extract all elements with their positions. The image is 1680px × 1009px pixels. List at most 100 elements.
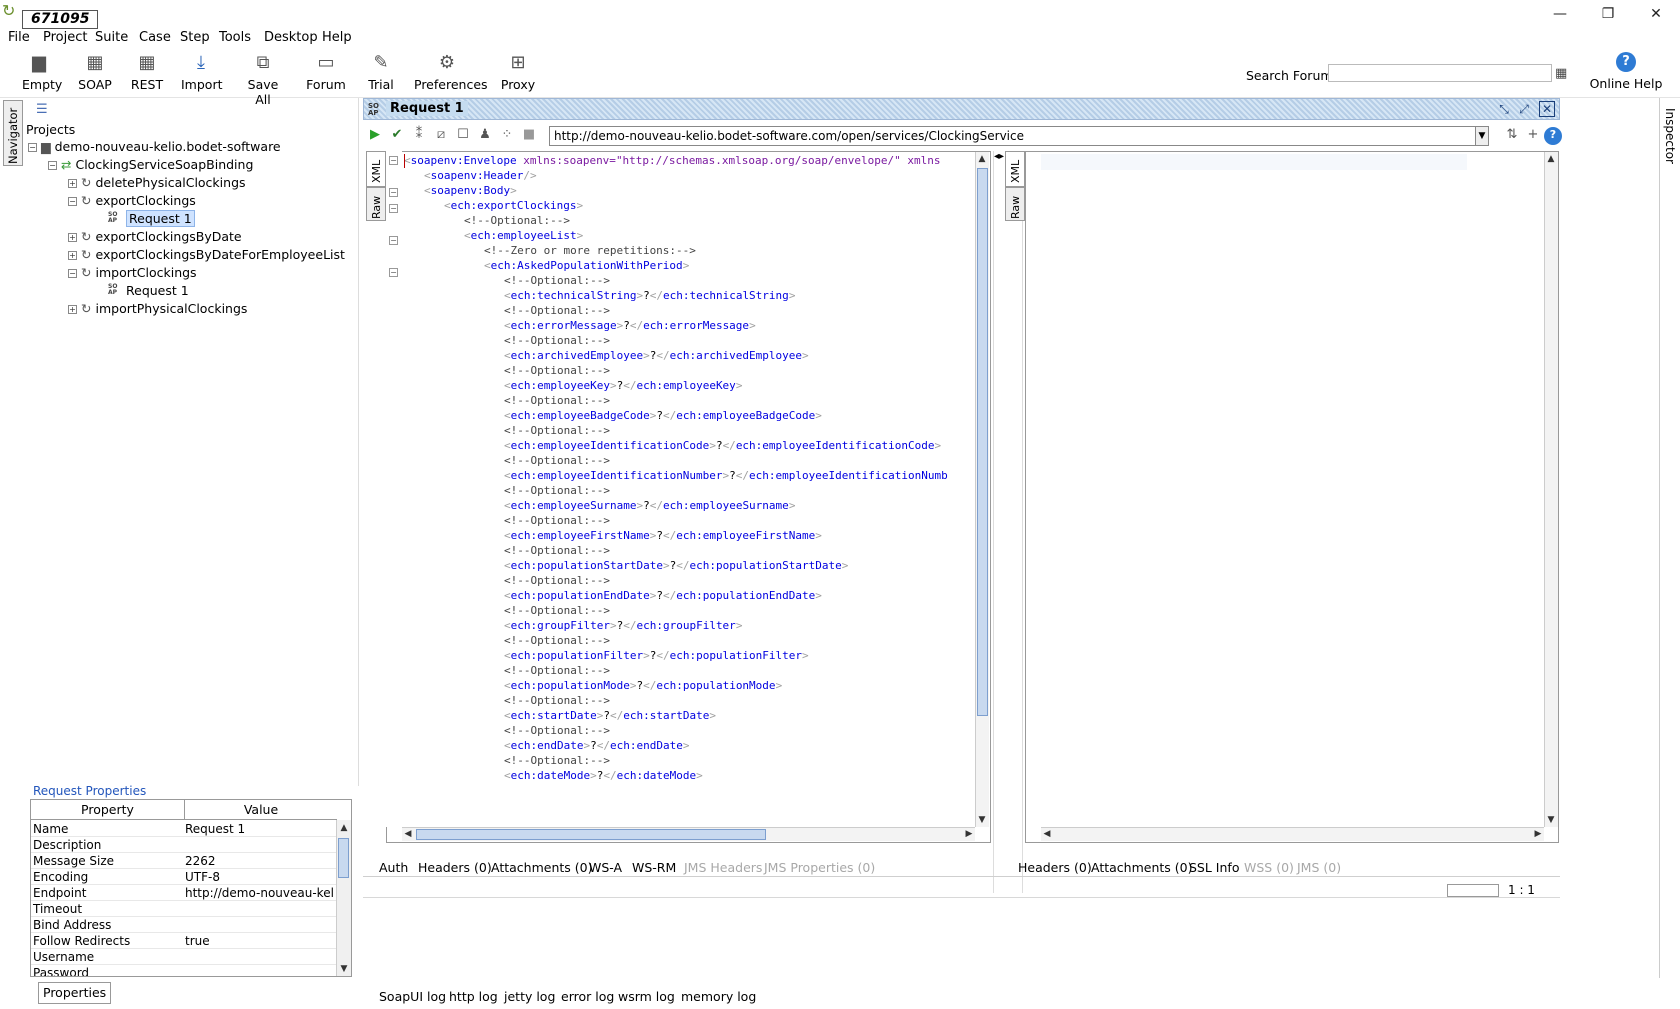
tab-ws-a[interactable]: WS-A <box>589 860 622 875</box>
tree-operation[interactable]: − ↻ exportClockings <box>68 192 196 210</box>
properties-scrollbar[interactable]: ▲ ▼ <box>336 820 351 976</box>
cancel-icon[interactable]: ■ <box>521 127 537 143</box>
menu-suite[interactable]: Suite <box>95 28 128 48</box>
properties-button[interactable]: Properties <box>38 982 112 1004</box>
request-xml-editor[interactable]: <soapenv:Envelope xmlns:soapenv="http://… <box>404 153 971 827</box>
tree-operation[interactable]: + ↻ deletePhysicalClockings <box>68 174 246 192</box>
scroll-left-icon[interactable]: ◀ <box>402 828 414 840</box>
import-button[interactable]: ⤓ Import <box>181 52 223 92</box>
tab-headers[interactable]: Headers (0) <box>418 860 492 875</box>
table-row[interactable]: Follow Redirects true <box>31 933 337 949</box>
scroll-up-icon[interactable]: ▲ <box>1545 153 1557 165</box>
tree-binding[interactable]: − ⇄ ClockingServiceSoapBinding <box>48 156 253 174</box>
collapse-icon[interactable]: − <box>28 143 37 152</box>
request-vertical-scrollbar[interactable]: ▲ ▼ <box>975 152 989 827</box>
table-row[interactable]: Message Size 2262 <box>31 853 337 869</box>
menu-file[interactable]: File <box>8 28 30 48</box>
fold-icon[interactable]: − <box>389 204 398 213</box>
response-xml-tab[interactable]: XML <box>1005 151 1025 187</box>
tab-ws-rm[interactable]: WS-RM <box>632 860 676 875</box>
menu-case[interactable]: Case <box>139 28 171 48</box>
raw-tab[interactable]: Raw <box>366 187 386 221</box>
expand-icon[interactable]: + <box>68 305 77 314</box>
format-icon[interactable]: ⧄ <box>433 127 449 143</box>
fold-icon[interactable]: − <box>389 236 398 245</box>
inspector-tab[interactable]: Inspector <box>1659 98 1680 978</box>
property-column-header[interactable]: Property <box>31 800 185 820</box>
pane-splitter[interactable] <box>993 151 1023 893</box>
help-icon[interactable]: ? <box>1544 127 1562 145</box>
table-row[interactable]: Timeout <box>31 901 337 917</box>
expand-icon[interactable]: + <box>68 233 77 242</box>
empty-button[interactable]: ▆ Empty <box>22 52 62 92</box>
minimize-button[interactable]: — <box>1540 2 1580 26</box>
tab-response-attachments[interactable]: Attachments (0) <box>1091 860 1192 875</box>
create-testcase-icon[interactable]: ⁑ <box>411 127 427 143</box>
stop-icon[interactable]: ☐ <box>455 127 471 143</box>
online-help-button[interactable]: ? Online Help <box>1588 52 1664 91</box>
menu-tools[interactable]: Tools <box>219 28 251 48</box>
collapse-icon[interactable]: − <box>48 161 57 170</box>
menu-project[interactable]: Project <box>43 28 87 48</box>
scroll-down-icon[interactable]: ▼ <box>1545 814 1557 826</box>
tree-operation[interactable]: + ↻ exportClockingsByDateForEmployeeList <box>68 246 345 264</box>
response-raw-tab[interactable]: Raw <box>1005 187 1025 221</box>
tab-response-headers[interactable]: Headers (0) <box>1018 860 1092 875</box>
tree-request[interactable]: SO AP Request 1 <box>108 282 189 300</box>
add-icon[interactable]: + <box>1525 127 1541 143</box>
tab-auth[interactable]: Auth <box>379 860 408 875</box>
fold-icon[interactable]: − <box>389 188 398 197</box>
run-icon[interactable]: ▶ <box>367 127 383 143</box>
tab-wsrm-log[interactable]: wsrm log <box>618 989 675 1004</box>
soap-button[interactable]: ▦ SOAP <box>78 52 112 92</box>
tree-operation[interactable]: + ↻ importPhysicalClockings <box>68 300 247 318</box>
splitter-arrows-icon[interactable]: ◂▸ <box>994 151 1004 162</box>
tree-operation[interactable]: + ↻ exportClockingsByDate <box>68 228 242 246</box>
table-row[interactable]: Password <box>31 965 337 976</box>
scroll-left-icon[interactable]: ◀ <box>1041 828 1053 840</box>
scroll-down-icon[interactable]: ▼ <box>338 963 350 975</box>
fold-icon[interactable]: − <box>389 268 398 277</box>
scroll-up-icon[interactable]: ▲ <box>338 822 350 834</box>
menu-step[interactable]: Step <box>180 28 210 48</box>
table-row[interactable]: Bind Address <box>31 917 337 933</box>
scroll-thumb[interactable] <box>977 168 988 716</box>
expand-icon[interactable]: + <box>68 251 77 260</box>
scroll-down-icon[interactable]: ▼ <box>976 814 988 826</box>
scroll-right-icon[interactable]: ▶ <box>1532 828 1544 840</box>
table-row[interactable]: Description <box>31 837 337 853</box>
table-row[interactable]: Encoding UTF-8 <box>31 869 337 885</box>
add-assertion-icon[interactable]: ✔ <box>389 127 405 143</box>
tab-attachments[interactable]: Attachments (0) <box>491 860 592 875</box>
tree-operation[interactable]: − ↻ importClockings <box>68 264 197 282</box>
fold-icon[interactable]: − <box>389 156 398 165</box>
table-row[interactable]: Endpoint http://demo-nouveau-keli... <box>31 885 337 901</box>
tab-jetty-log[interactable]: jetty log <box>504 989 555 1004</box>
attach-icon[interactable]: ⁘ <box>499 127 515 143</box>
tab-soapui-log[interactable]: SoapUI log <box>379 989 446 1004</box>
search-forum-input[interactable] <box>1328 64 1552 82</box>
close-button[interactable]: ✕ <box>1636 2 1676 26</box>
tab-http-log[interactable]: http log <box>449 989 498 1004</box>
tab-memory-log[interactable]: memory log <box>681 989 756 1004</box>
menu-desktop[interactable]: Desktop <box>264 28 318 48</box>
tab-error-log[interactable]: error log <box>561 989 614 1004</box>
scroll-up-icon[interactable]: ▲ <box>976 153 988 165</box>
navigator-tab[interactable]: Navigator <box>3 100 23 166</box>
request-horizontal-scrollbar[interactable]: ◀ ▶ <box>402 827 975 841</box>
table-row[interactable]: Name Request 1 <box>31 821 337 837</box>
maximize-editor-icon[interactable]: ⤢ <box>1516 101 1532 117</box>
preferences-button[interactable]: ⚙ Preferences <box>414 52 488 92</box>
trial-button[interactable]: ✎ Trial <box>364 52 398 92</box>
scroll-right-icon[interactable]: ▶ <box>963 828 975 840</box>
chevron-down-icon[interactable]: ▼ <box>1475 126 1489 146</box>
endpoint-select[interactable]: http://demo-nouveau-kelio.bodet-software… <box>549 126 1484 146</box>
proxy-button[interactable]: ⊞ Proxy <box>498 52 538 92</box>
xml-tab[interactable]: XML <box>366 151 386 187</box>
menu-help[interactable]: Help <box>322 28 352 48</box>
collapse-icon[interactable]: − <box>68 269 77 278</box>
collapse-icon[interactable]: − <box>68 197 77 206</box>
tree-request-selected[interactable]: SO AP Request 1 <box>108 210 195 228</box>
search-go-icon[interactable]: ▦ <box>1555 66 1567 81</box>
rest-button[interactable]: ▦ REST <box>130 52 164 92</box>
